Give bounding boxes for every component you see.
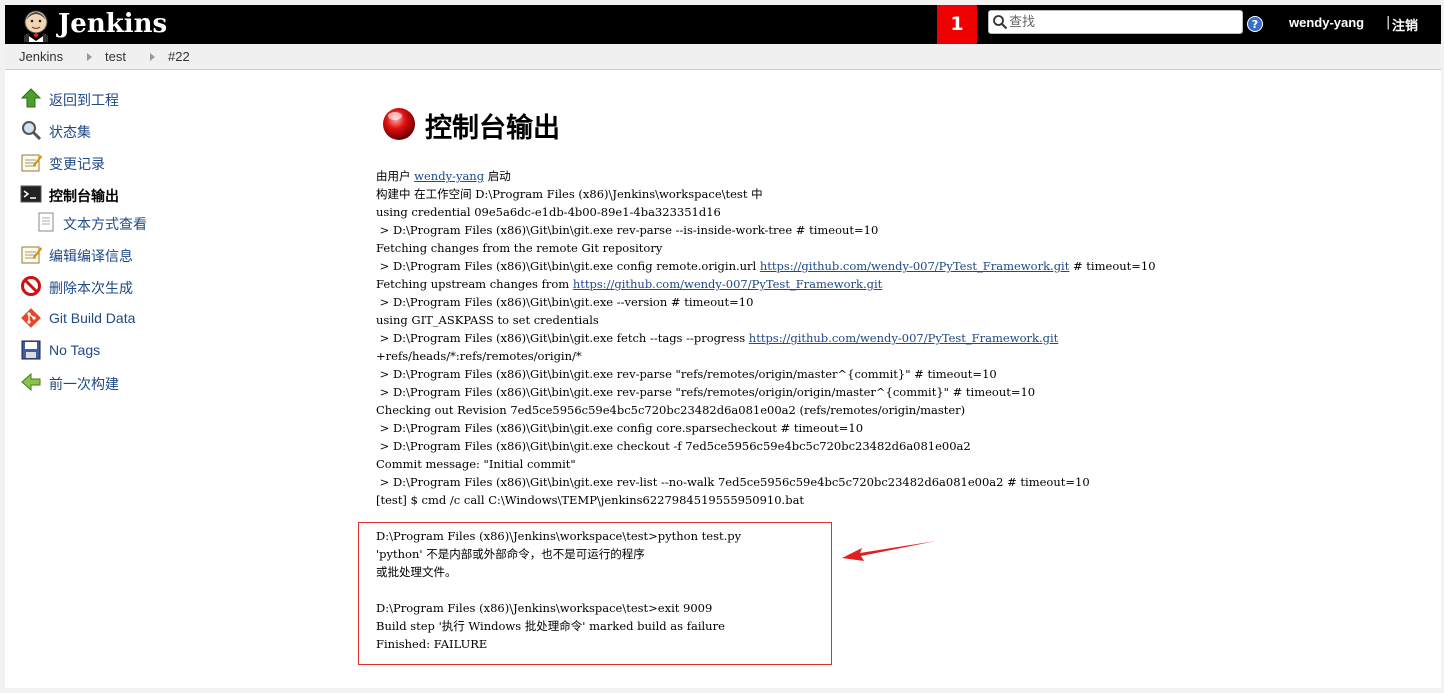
app-name[interactable]: Jenkins — [58, 7, 167, 41]
console-text: > D:\Program Files (x86)\Git\bin\git.exe… — [376, 331, 749, 345]
breadcrumb-jenkins[interactable]: Jenkins — [19, 49, 63, 64]
sidebar-item-label: Git Build Data — [49, 310, 136, 326]
console-line: [test] $ cmd /c call C:\Windows\TEMP\jen… — [376, 491, 1156, 509]
console-text: using credential 09e5a6dc-e1db-4b00-89e1… — [376, 205, 721, 219]
floppy-disk-icon — [21, 340, 41, 360]
error-highlight-box — [358, 522, 832, 665]
breadcrumb: Jenkins test #22 — [5, 44, 1441, 70]
console-text: > D:\Program Files (x86)\Git\bin\git.exe… — [376, 367, 997, 381]
console-link[interactable]: https://github.com/wendy-007/PyTest_Fram… — [760, 259, 1069, 273]
notification-badge[interactable]: 1 — [937, 5, 977, 44]
sidebar-item-label: 前一次构建 — [49, 376, 119, 392]
console-text: 构建中 在工作空间 D:\Program Files (x86)\Jenkins… — [376, 187, 763, 201]
console-text: Checking out Revision 7ed5ce5956c59e4bc5… — [376, 403, 966, 417]
breadcrumb-build[interactable]: #22 — [168, 49, 190, 64]
annotation-arrow-icon — [842, 541, 936, 561]
jenkins-page: Jenkins 1 ? wendy-yang | 注销 Jenkins test… — [5, 5, 1441, 688]
started-by-user-link[interactable]: wendy-yang — [414, 169, 484, 183]
sidebar-item-label: 编辑编译信息 — [49, 248, 133, 264]
magnifier-icon — [22, 121, 42, 141]
sidebar-item-label: 状态集 — [49, 124, 91, 140]
sidebar-item-label: 控制台输出 — [49, 188, 119, 204]
console-line: > D:\Program Files (x86)\Git\bin\git.exe… — [376, 329, 1156, 347]
console-text: > D:\Program Files (x86)\Git\bin\git.exe… — [376, 439, 971, 453]
jenkins-butler-logo-icon[interactable] — [19, 8, 53, 42]
search-input[interactable] — [1009, 12, 1239, 32]
top-header: Jenkins 1 ? wendy-yang | 注销 — [5, 5, 1441, 44]
console-text: > D:\Program Files (x86)\Git\bin\git.exe… — [376, 223, 879, 237]
console-text: Fetching upstream changes from — [376, 277, 573, 291]
up-arrow-icon — [20, 88, 42, 108]
console-link[interactable]: https://github.com/wendy-007/PyTest_Fram… — [573, 277, 882, 291]
git-icon — [21, 308, 41, 328]
console-line: > D:\Program Files (x86)\Git\bin\git.exe… — [376, 365, 1156, 383]
console-line: using GIT_ASKPASS to set credentials — [376, 311, 1156, 329]
no-entry-icon — [21, 276, 41, 296]
console-line: > D:\Program Files (x86)\Git\bin\git.exe… — [376, 473, 1156, 491]
sidebar-item-label: No Tags — [49, 342, 101, 358]
console-text: > D:\Program Files (x86)\Git\bin\git.exe… — [376, 385, 1036, 399]
sidebar-item-label: 返回到工程 — [49, 92, 119, 108]
console-link[interactable]: https://github.com/wendy-007/PyTest_Fram… — [749, 331, 1058, 345]
search-icon — [993, 15, 1008, 30]
console-text: +refs/heads/*:refs/remotes/origin/* — [376, 349, 582, 363]
console-line: using credential 09e5a6dc-e1db-4b00-89e1… — [376, 203, 1156, 221]
console-text: 启动 — [484, 169, 511, 183]
help-icon[interactable]: ? — [1247, 16, 1263, 32]
document-icon — [38, 212, 54, 232]
console-line: > D:\Program Files (x86)\Git\bin\git.exe… — [376, 437, 1156, 455]
console-text: > D:\Program Files (x86)\Git\bin\git.exe… — [376, 475, 1090, 489]
console-line: 构建中 在工作空间 D:\Program Files (x86)\Jenkins… — [376, 185, 1156, 203]
console-line: 由用户 wendy-yang 启动 — [376, 167, 1156, 185]
build-failed-status-icon — [383, 108, 415, 140]
console-text: 由用户 — [376, 169, 415, 183]
logout-link[interactable]: 注销 — [1392, 15, 1418, 34]
console-line: > D:\Program Files (x86)\Git\bin\git.exe… — [376, 257, 1156, 275]
console-line: Fetching upstream changes from https://g… — [376, 275, 1156, 293]
notepad-icon — [21, 154, 42, 172]
breadcrumb-test[interactable]: test — [105, 49, 126, 64]
user-link[interactable]: wendy-yang — [1289, 15, 1364, 30]
console-text: Commit message: "Initial commit" — [376, 457, 576, 471]
breadcrumb-arrow-icon[interactable] — [87, 53, 92, 61]
console-text: # timeout=10 — [1069, 259, 1156, 273]
logout-separator: | — [1386, 15, 1391, 30]
left-arrow-icon — [21, 372, 41, 392]
sidebar-item-label: 删除本次生成 — [49, 280, 133, 296]
console-text: using GIT_ASKPASS to set credentials — [376, 313, 599, 327]
sidebar-item-label: 文本方式查看 — [63, 216, 147, 232]
console-line: > D:\Program Files (x86)\Git\bin\git.exe… — [376, 419, 1156, 437]
console-text: Fetching changes from the remote Git rep… — [376, 241, 663, 255]
console-line: Commit message: "Initial commit" — [376, 455, 1156, 473]
search-box — [988, 10, 1243, 34]
notepad-icon — [21, 246, 42, 264]
console-line: > D:\Program Files (x86)\Git\bin\git.exe… — [376, 221, 1156, 239]
svg-text:?: ? — [1252, 18, 1258, 31]
console-text: [test] $ cmd /c call C:\Windows\TEMP\jen… — [376, 493, 805, 507]
breadcrumb-arrow-icon[interactable] — [150, 53, 155, 61]
console-line: Fetching changes from the remote Git rep… — [376, 239, 1156, 257]
terminal-icon — [20, 185, 42, 203]
console-text: > D:\Program Files (x86)\Git\bin\git.exe… — [376, 421, 864, 435]
sidebar-item-label: 变更记录 — [49, 156, 105, 172]
console-text: > D:\Program Files (x86)\Git\bin\git.exe… — [376, 295, 754, 309]
console-line: Checking out Revision 7ed5ce5956c59e4bc5… — [376, 401, 1156, 419]
console-text: > D:\Program Files (x86)\Git\bin\git.exe… — [376, 259, 760, 273]
page-title: 控制台输出 — [425, 113, 560, 144]
console-line: +refs/heads/*:refs/remotes/origin/* — [376, 347, 1156, 365]
console-line: > D:\Program Files (x86)\Git\bin\git.exe… — [376, 383, 1156, 401]
console-line: > D:\Program Files (x86)\Git\bin\git.exe… — [376, 293, 1156, 311]
